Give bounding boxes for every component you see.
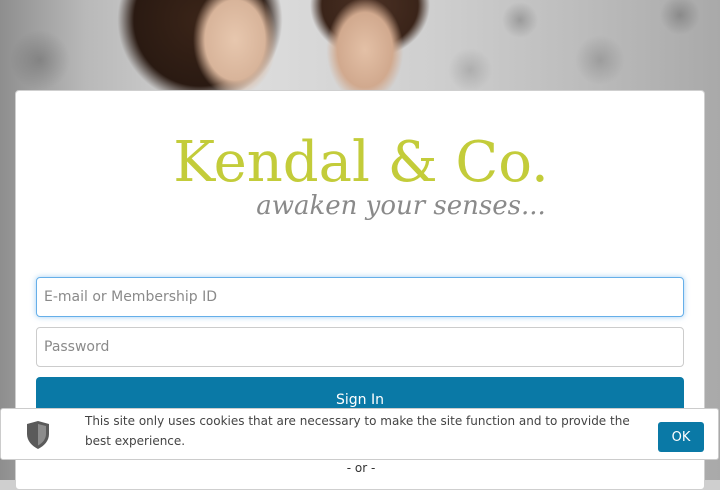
email-field[interactable] — [36, 277, 684, 317]
password-field[interactable] — [36, 327, 684, 367]
cookie-message: This site only uses cookies that are nec… — [85, 414, 630, 448]
brand-tagline: awaken your senses... — [256, 191, 546, 221]
shield-icon — [25, 420, 51, 450]
cookie-ok-button[interactable]: OK — [658, 422, 704, 452]
brand-name: Kendal & Co. — [173, 130, 549, 195]
brand-logo: Kendal & Co. awaken your senses... — [16, 119, 706, 249]
cookie-banner: This site only uses cookies that are nec… — [0, 408, 719, 460]
or-separator: - or - — [346, 461, 376, 475]
